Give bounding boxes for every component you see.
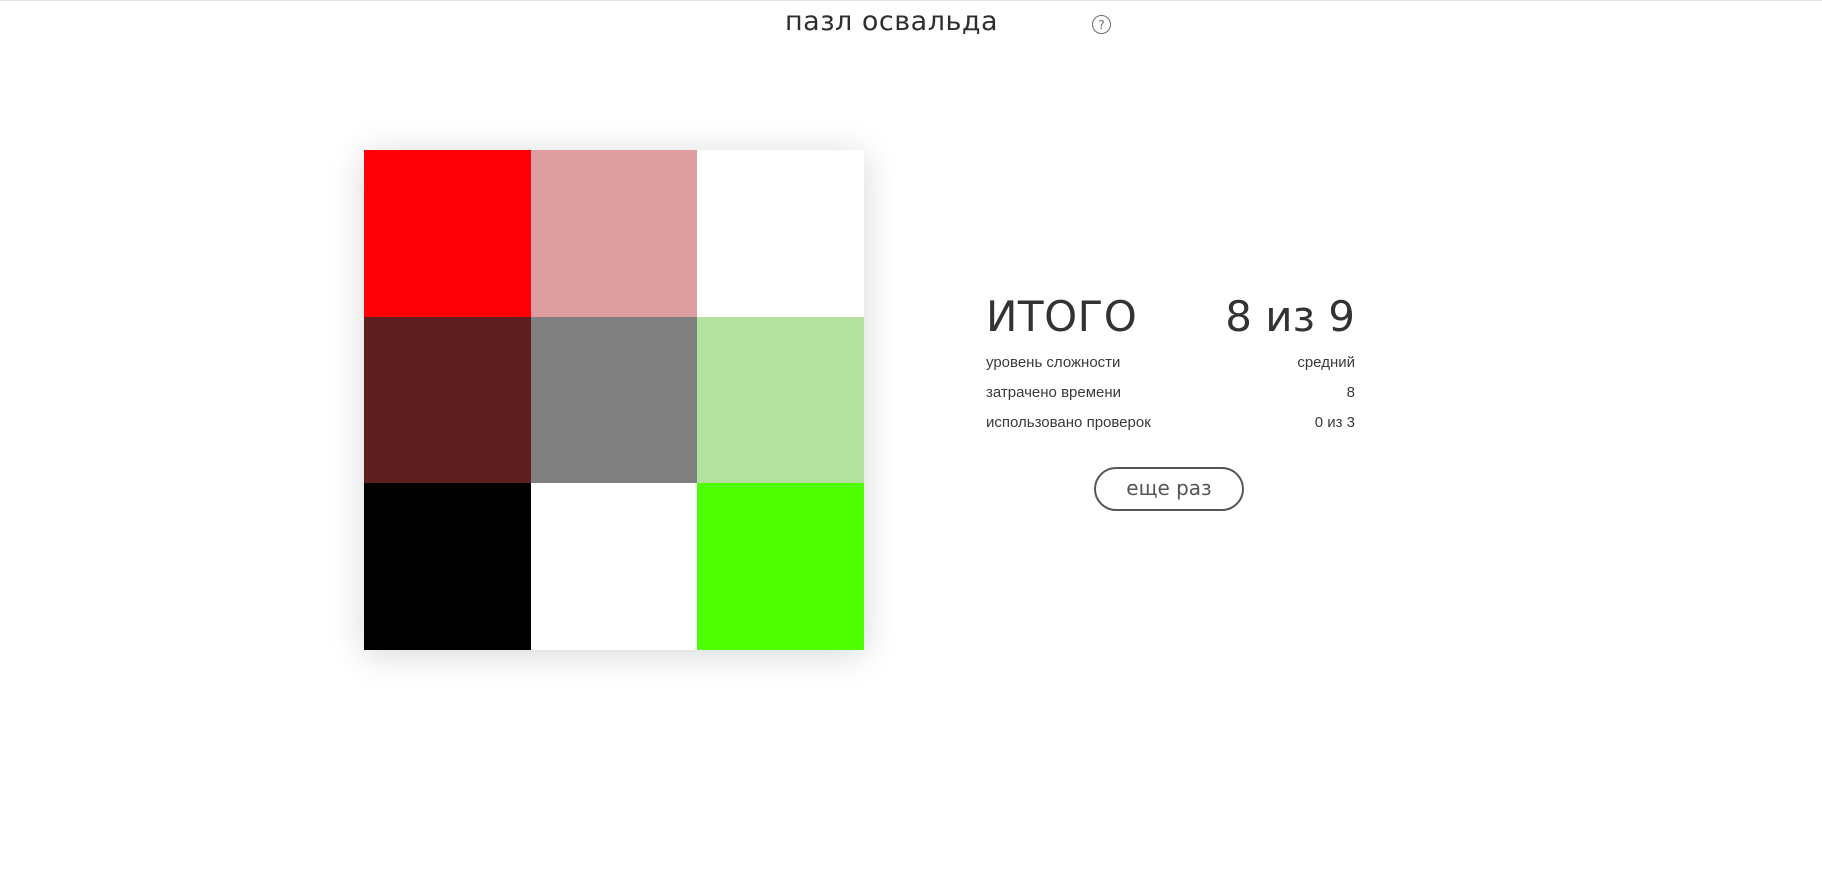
stat-row-time: затрачено времени 8 xyxy=(986,378,1355,408)
stat-label: затрачено времени xyxy=(986,384,1122,401)
puzzle-tile[interactable] xyxy=(530,483,698,650)
stat-row-checks: использовано проверок 0 из 3 xyxy=(986,408,1355,438)
puzzle-tile[interactable] xyxy=(364,150,531,317)
puzzle-tile[interactable] xyxy=(364,316,531,484)
puzzle-tile[interactable] xyxy=(530,316,698,484)
puzzle-tile[interactable] xyxy=(697,483,864,650)
page: пазл освальда ? ИТОГО 8 из 9 уровень сло… xyxy=(0,0,1822,877)
stat-value: средний xyxy=(1297,354,1355,371)
stat-value: 0 из 3 xyxy=(1314,414,1355,431)
stat-value: 8 xyxy=(1346,384,1355,401)
question-icon: ? xyxy=(1098,17,1105,32)
puzzle-tile[interactable] xyxy=(364,483,531,650)
retry-button[interactable]: еще раз xyxy=(1094,467,1244,511)
stat-label: использовано проверок xyxy=(986,414,1151,431)
page-title: пазл освальда xyxy=(785,6,999,37)
stat-row-difficulty: уровень сложности средний xyxy=(986,348,1355,378)
puzzle-tile[interactable] xyxy=(697,316,864,484)
results-title: ИТОГО xyxy=(986,292,1138,341)
results-header: ИТОГО 8 из 9 xyxy=(986,292,1355,348)
results-panel: ИТОГО 8 из 9 уровень сложности средний з… xyxy=(986,292,1355,438)
puzzle-board xyxy=(364,150,864,650)
stat-label: уровень сложности xyxy=(986,354,1121,371)
results-score: 8 из 9 xyxy=(1225,292,1355,341)
help-button[interactable]: ? xyxy=(1092,15,1111,34)
top-divider xyxy=(0,0,1822,1)
puzzle-tile[interactable] xyxy=(697,150,864,317)
puzzle-tile[interactable] xyxy=(530,150,698,317)
